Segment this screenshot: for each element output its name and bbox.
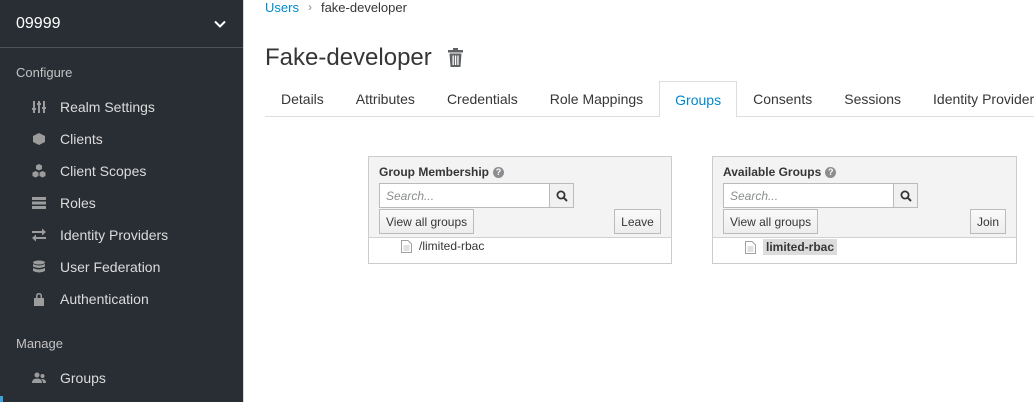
group-membership-title: Group Membership (379, 165, 490, 179)
tab-consents[interactable]: Consents (737, 81, 828, 116)
users-icon (31, 370, 47, 386)
available-search-input[interactable] (723, 183, 894, 208)
sidebar-item-clients[interactable]: Clients (0, 123, 243, 155)
leave-button[interactable]: Leave (614, 209, 661, 234)
tab-role-mappings[interactable]: Role Mappings (534, 81, 659, 116)
sidebar-item-label: Realm Settings (60, 99, 155, 115)
membership-search-input[interactable] (379, 183, 550, 208)
sidebar-item-client-scopes[interactable]: Client Scopes (0, 155, 243, 187)
available-groups-title-row: Available Groups ? (723, 165, 837, 179)
sidebar-item-label: Groups (60, 370, 106, 386)
list-item[interactable]: limited-rbac (745, 239, 838, 255)
sidebar-item-label: Authentication (60, 291, 149, 307)
page-title-row: Fake-developer (265, 44, 465, 72)
sidebar-item-authentication[interactable]: Authentication (0, 283, 243, 315)
active-indicator (0, 396, 3, 402)
list-item[interactable]: /limited-rbac (401, 239, 484, 253)
sidebar-item-label: Clients (60, 131, 103, 147)
available-view-all-button[interactable]: View all groups (723, 209, 819, 234)
tab-identity-provider-links[interactable]: Identity Provider Links (917, 81, 1034, 116)
available-search (723, 183, 918, 208)
tab-attributes[interactable]: Attributes (340, 81, 431, 116)
sidebar-item-label: Client Scopes (60, 163, 147, 179)
sidebar-divider (243, 0, 244, 402)
membership-search-button[interactable] (550, 183, 574, 208)
section-configure: Configure (16, 65, 73, 80)
list-icon (31, 195, 47, 211)
database-icon (31, 259, 47, 275)
sidebar-item-identity-providers[interactable]: Identity Providers (0, 219, 243, 251)
tab-details[interactable]: Details (265, 81, 340, 116)
file-icon (401, 239, 412, 253)
membership-view-all-button[interactable]: View all groups (379, 209, 475, 234)
available-group-name: limited-rbac (763, 239, 838, 255)
membership-group-name: /limited-rbac (419, 239, 485, 253)
help-icon[interactable]: ? (493, 166, 505, 178)
available-search-button[interactable] (894, 183, 918, 208)
exchange-icon (31, 227, 47, 243)
breadcrumb: Users › fake-developer (265, 0, 407, 15)
help-icon[interactable]: ? (825, 166, 837, 178)
chevron-down-icon (213, 17, 227, 31)
available-groups-title: Available Groups (723, 165, 822, 179)
group-membership-panel: Group Membership ? View all groups Leave… (368, 156, 672, 264)
sidebar-item-label: Identity Providers (60, 227, 169, 243)
sidebar-item-label: User Federation (60, 259, 161, 275)
sidebar-item-user-federation[interactable]: User Federation (0, 251, 243, 283)
search-icon (556, 190, 568, 202)
sidebar: 09999 Configure Realm Settings Clients C… (0, 0, 243, 402)
lock-icon (31, 291, 47, 307)
sliders-icon (31, 99, 47, 115)
group-membership-header: Group Membership ? View all groups Leave (369, 157, 671, 238)
cubes-icon (31, 163, 47, 179)
realm-selector[interactable]: 09999 (0, 0, 243, 48)
sidebar-item-realm-settings[interactable]: Realm Settings (0, 91, 243, 123)
tab-groups[interactable]: Groups (659, 81, 738, 117)
section-manage: Manage (16, 336, 63, 351)
user-tabs: Details Attributes Credentials Role Mapp… (265, 81, 1034, 117)
realm-name: 09999 (16, 14, 61, 32)
cube-icon (31, 131, 47, 147)
search-icon (900, 190, 912, 202)
breadcrumb-current: fake-developer (320, 0, 407, 15)
breadcrumb-users-link[interactable]: Users (265, 0, 299, 15)
available-groups-header: Available Groups ? View all groups Join (713, 157, 1016, 238)
sidebar-item-groups[interactable]: Groups (0, 362, 243, 394)
tab-sessions[interactable]: Sessions (828, 81, 917, 116)
file-icon (745, 240, 756, 254)
membership-search (379, 183, 574, 208)
tab-credentials[interactable]: Credentials (431, 81, 534, 116)
join-button[interactable]: Join (970, 209, 1006, 234)
available-groups-panel: Available Groups ? View all groups Join … (712, 156, 1017, 264)
sidebar-item-roles[interactable]: Roles (0, 187, 243, 219)
breadcrumb-separator: › (307, 0, 312, 14)
trash-icon[interactable] (447, 48, 465, 68)
sidebar-item-label: Roles (60, 195, 96, 211)
group-membership-title-row: Group Membership ? (379, 165, 505, 179)
page-title: Fake-developer (265, 44, 432, 71)
